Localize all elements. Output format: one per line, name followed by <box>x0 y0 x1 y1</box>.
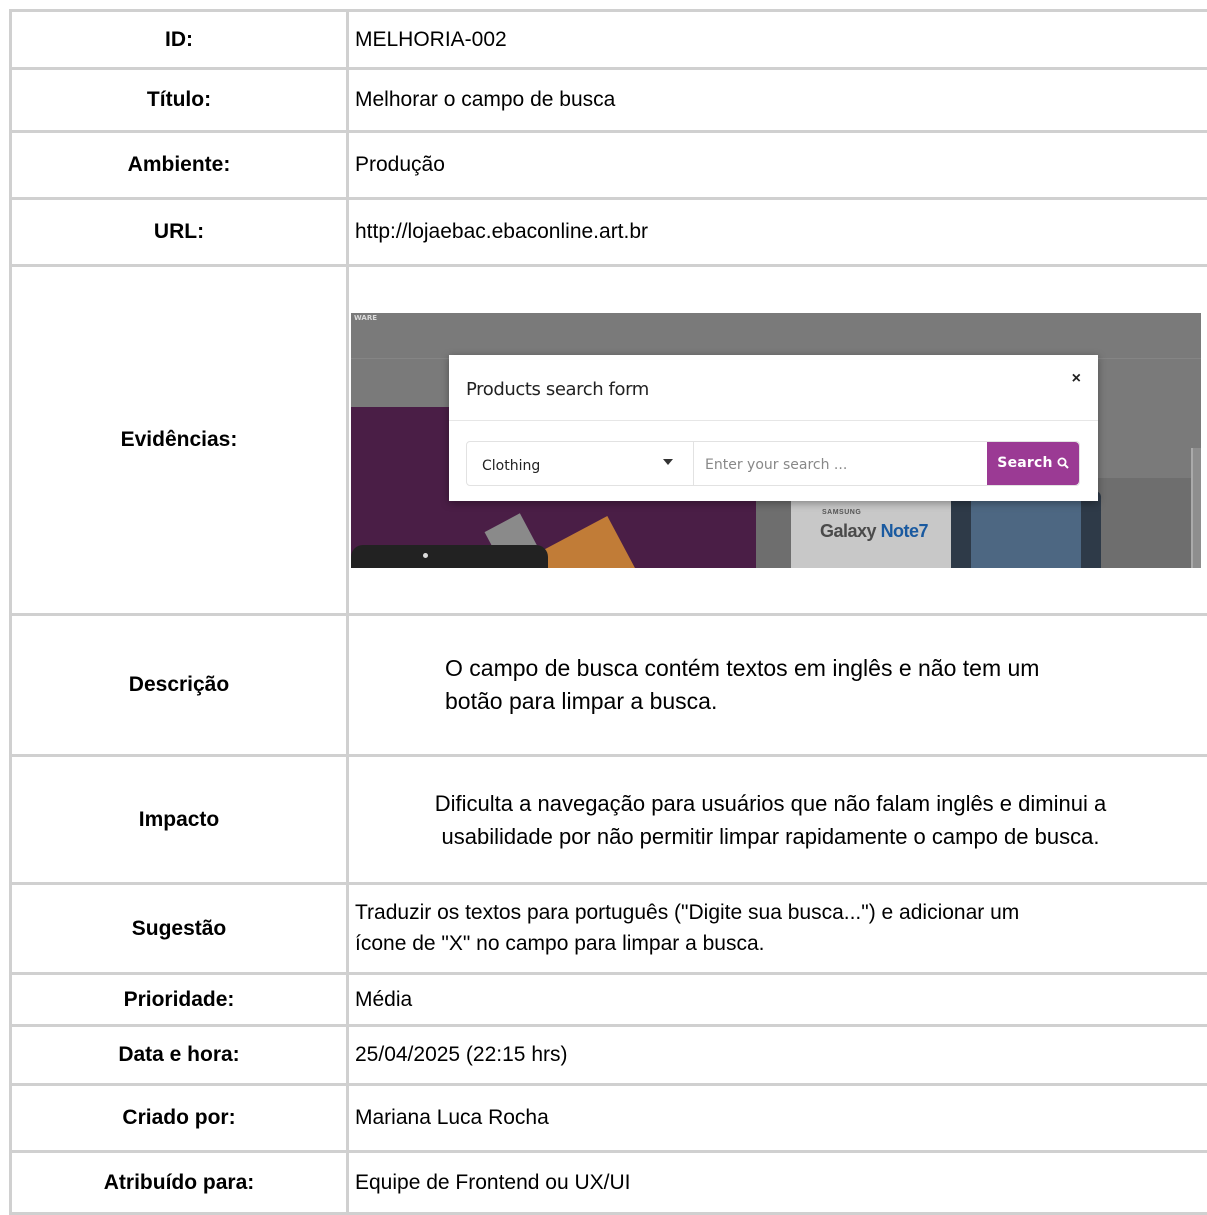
banner-dark-shape <box>351 545 548 568</box>
modal-divider <box>449 420 1098 421</box>
label-criado-por: Criado por: <box>11 1085 348 1152</box>
value-id: MELHORIA-002 <box>348 11 1207 69</box>
value-url: http://lojaebac.ebaconline.art.br <box>348 199 1207 266</box>
search-input[interactable]: Enter your search ... <box>705 455 847 476</box>
impacto-line-2: usabilidade por não permitir limpar rapi… <box>349 820 1192 853</box>
label-sugestao: Sugestão <box>11 884 348 974</box>
bug-report-table: ID: MELHORIA-002 Título: Melhorar o camp… <box>9 9 1207 1215</box>
label-data-hora: Data e hora: <box>11 1026 348 1085</box>
row-criado-por: Criado por: Mariana Luca Rocha <box>11 1085 1207 1152</box>
label-evidencias: Evidências: <box>11 266 348 615</box>
label-prioridade: Prioridade: <box>11 974 348 1026</box>
row-url: URL: http://lojaebac.ebaconline.art.br <box>11 199 1207 266</box>
value-atribuido: Equipe de Frontend ou UX/UI <box>348 1152 1207 1214</box>
label-url: URL: <box>11 199 348 266</box>
modal-title: Products search form <box>466 376 649 403</box>
row-descricao: Descrição O campo de busca contém textos… <box>11 615 1207 756</box>
banner-product-name: Galaxy <box>820 521 876 541</box>
value-evidencias: WARE SAMSUNG Galaxy Note7 Products searc… <box>348 266 1207 615</box>
label-impacto: Impacto <box>11 756 348 884</box>
label-ambiente: Ambiente: <box>11 132 348 199</box>
row-ambiente: Ambiente: Produção <box>11 132 1207 199</box>
label-atribuido: Atribuído para: <box>11 1152 348 1214</box>
search-icon <box>1057 457 1069 469</box>
value-descricao: O campo de busca contém textos em inglês… <box>348 615 1207 756</box>
search-button[interactable]: Search <box>987 442 1079 485</box>
label-titulo: Título: <box>11 69 348 132</box>
category-select[interactable]: Clothing <box>482 456 540 477</box>
banner-dot <box>423 553 428 558</box>
chevron-down-icon[interactable] <box>663 459 673 465</box>
site-header-fragment: WARE <box>354 313 377 324</box>
close-icon[interactable]: × <box>1072 371 1081 387</box>
row-evidencias: Evidências: WARE SAMSUNG Galaxy Note7 Pr… <box>11 266 1207 615</box>
search-form: Clothing Enter your search ... Search <box>466 441 1080 486</box>
label-id: ID: <box>11 11 348 69</box>
right-device-edge <box>1191 448 1201 568</box>
evidence-screenshot: WARE SAMSUNG Galaxy Note7 Products searc… <box>351 313 1201 568</box>
row-data-hora: Data e hora: 25/04/2025 (22:15 hrs) <box>11 1026 1207 1085</box>
row-sugestao: Sugestão Traduzir os textos para portugu… <box>11 884 1207 974</box>
value-ambiente: Produção <box>348 132 1207 199</box>
divider <box>693 442 694 485</box>
label-descricao: Descrição <box>11 615 348 756</box>
banner-product: Galaxy Note7 <box>820 518 928 545</box>
row-titulo: Título: Melhorar o campo de busca <box>11 69 1207 132</box>
value-prioridade: Média <box>348 974 1207 1026</box>
phone-screen <box>971 498 1081 568</box>
sugestao-line-1: Traduzir os textos para português ("Digi… <box>355 898 1207 928</box>
row-prioridade: Prioridade: Média <box>11 974 1207 1026</box>
row-impacto: Impacto Dificulta a navegação para usuár… <box>11 756 1207 884</box>
value-impacto: Dificulta a navegação para usuários que … <box>348 756 1207 884</box>
descricao-line-1: O campo de busca contém textos em inglês… <box>445 652 1207 685</box>
search-modal: Products search form × Clothing Enter yo… <box>449 355 1098 501</box>
row-id: ID: MELHORIA-002 <box>11 11 1207 69</box>
banner-brand: SAMSUNG <box>822 508 861 519</box>
value-criado-por: Mariana Luca Rocha <box>348 1085 1207 1152</box>
banner-model: Note7 <box>881 521 929 541</box>
row-atribuido: Atribuído para: Equipe de Frontend ou UX… <box>11 1152 1207 1214</box>
sugestao-line-2: ícone de "X" no campo para limpar a busc… <box>355 929 1207 959</box>
value-sugestao: Traduzir os textos para português ("Digi… <box>348 884 1207 974</box>
impacto-line-1: Dificulta a navegação para usuários que … <box>349 787 1192 820</box>
value-data-hora: 25/04/2025 (22:15 hrs) <box>348 1026 1207 1085</box>
search-button-label: Search <box>997 453 1052 474</box>
value-titulo: Melhorar o campo de busca <box>348 69 1207 132</box>
descricao-line-2: botão para limpar a busca. <box>445 685 1207 718</box>
